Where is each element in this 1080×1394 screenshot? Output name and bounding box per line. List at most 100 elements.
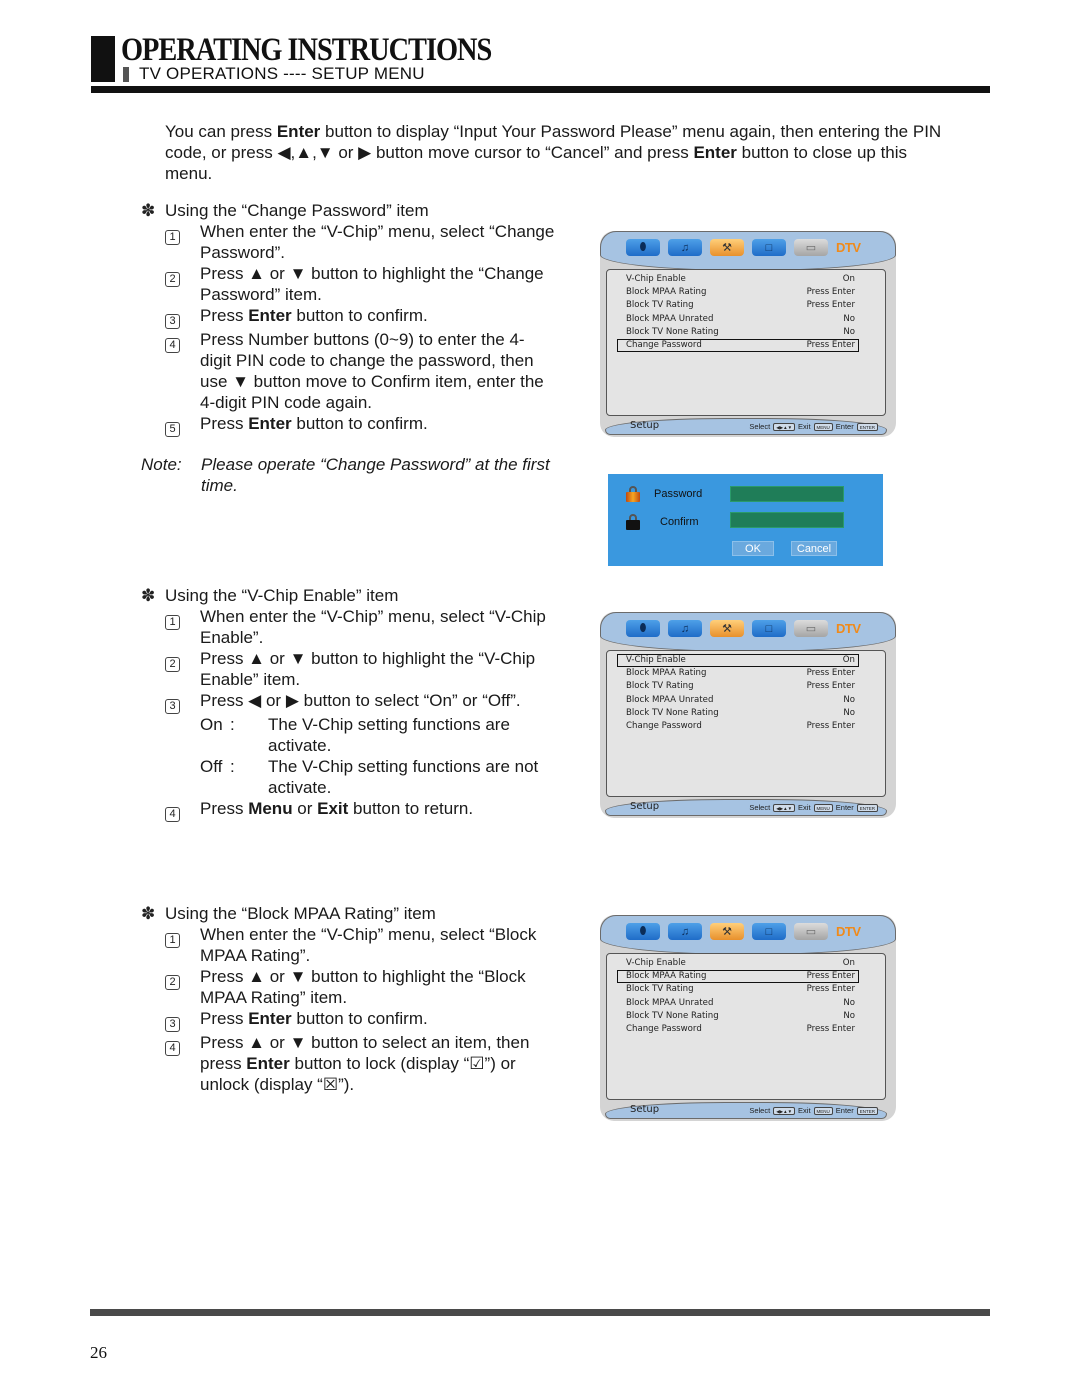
asterisk-bullet-icon: ✽ bbox=[141, 586, 156, 605]
osd-tab-icons: ⬮ ♫ ⚒ □ ▭ DTV bbox=[626, 923, 870, 941]
osd-menu-row-vchip-enable[interactable]: V-Chip Enable On bbox=[617, 654, 859, 668]
pc-icon[interactable]: ▭ bbox=[794, 239, 828, 256]
dtv-logo[interactable]: DTV bbox=[836, 923, 870, 941]
header-rule bbox=[91, 86, 990, 93]
step-item: 1 When enter the “V-Chip” menu, select “C… bbox=[165, 221, 555, 263]
page-number: 26 bbox=[90, 1343, 107, 1362]
cancel-button[interactable]: Cancel bbox=[791, 541, 837, 556]
asterisk-bullet-icon: ✽ bbox=[141, 201, 156, 220]
steps-vchip-enable: 1 When enter the “V-Chip” menu, select “V… bbox=[165, 606, 555, 822]
picture-icon[interactable]: ⬮ bbox=[626, 923, 660, 940]
subtitle-marker bbox=[123, 67, 129, 82]
step-item: 2 Press ▲ or ▼ button to highlight the “B… bbox=[165, 966, 555, 1008]
osd-menu-row-vchip-enable[interactable]: V-Chip Enable On bbox=[617, 957, 859, 970]
arrow-keys-icon: ◀▶▲▼ bbox=[773, 1106, 796, 1115]
step-item: 1 When enter the “V-Chip” menu, select “B… bbox=[165, 924, 555, 966]
lock-icon-inactive bbox=[626, 514, 640, 530]
asterisk-bullet-icon: ✽ bbox=[141, 904, 156, 923]
osd-menu-row-block-mpaa-rating[interactable]: Block MPAA Rating Press Enter bbox=[617, 286, 859, 299]
osd-footer-title: Setup bbox=[630, 1104, 660, 1115]
dtv-logo[interactable]: DTV bbox=[836, 620, 870, 638]
osd-menu-list: V-Chip Enable On Block MPAA Rating Press E… bbox=[617, 957, 859, 1036]
step-item: 5 Press Enter button to confirm. bbox=[165, 413, 555, 437]
picture-icon[interactable]: ⬮ bbox=[626, 620, 660, 637]
password-input[interactable] bbox=[730, 486, 844, 502]
lock-icon-active bbox=[626, 486, 640, 502]
osd-tab-icons: ⬮ ♫ ⚒ □ ▭ DTV bbox=[626, 620, 870, 638]
section-title-vchip-enable: ✽ Using the “V-Chip Enable” item bbox=[141, 586, 399, 605]
step-item: 3 Press ◀ or ▶ button to select “On” or “… bbox=[165, 690, 555, 714]
header-block-mark bbox=[91, 36, 115, 82]
step-item: 3 Press Enter button to confirm. bbox=[165, 1008, 555, 1032]
setup-icon[interactable]: ⚒ bbox=[710, 239, 744, 256]
vchip-osd-menu-1: ⬮ ♫ ⚒ □ ▭ DTV V-Chip Enable On Block MPAA… bbox=[600, 231, 896, 437]
osd-menu-row-block-tv-none-rating[interactable]: Block TV None Rating No bbox=[617, 707, 859, 720]
osd-footer-bar: Setup Select ◀▶▲▼ Exit MENU Enter ENTER bbox=[605, 799, 887, 816]
picture-icon[interactable]: ⬮ bbox=[626, 239, 660, 256]
osd-footer-bar: Setup Select ◀▶▲▼ Exit MENU Enter ENTER bbox=[605, 1102, 887, 1119]
steps-change-password: 1 When enter the “V-Chip” menu, select “C… bbox=[165, 221, 555, 437]
osd-menu-row-block-tv-rating[interactable]: Block TV Rating Press Enter bbox=[617, 983, 859, 996]
osd-key-hints: Select ◀▶▲▼ Exit MENU Enter ENTER bbox=[749, 803, 878, 812]
tv-icon[interactable]: □ bbox=[752, 923, 786, 940]
intro-paragraph: You can press Enter button to display “I… bbox=[165, 122, 942, 183]
setup-icon[interactable]: ⚒ bbox=[710, 620, 744, 637]
osd-footer-title: Setup bbox=[630, 801, 660, 812]
osd-menu-row-change-password[interactable]: Change Password Press Enter bbox=[617, 338, 859, 353]
note: Note: Please operate “Change Password” a… bbox=[141, 455, 550, 495]
osd-menu-list: V-Chip Enable On Block MPAA Rating Press E… bbox=[617, 273, 859, 353]
audio-icon[interactable]: ♫ bbox=[668, 923, 702, 940]
page-subtitle: TV OPERATIONS ---- SETUP MENU bbox=[139, 64, 425, 83]
step-item: 4 Press Number buttons (0~9) to enter the… bbox=[165, 329, 555, 413]
option-on: On: The V-Chip setting functions are acti… bbox=[200, 715, 510, 755]
menu-key-icon: MENU bbox=[813, 422, 833, 431]
osd-menu-row-block-mpaa-unrated[interactable]: Block MPAA Unrated No bbox=[617, 313, 859, 326]
tv-icon[interactable]: □ bbox=[752, 239, 786, 256]
section-title-block-mpaa: ✽ Using the “Block MPAA Rating” item bbox=[141, 904, 436, 923]
menu-key-icon: MENU bbox=[813, 1106, 833, 1115]
password-label: Password bbox=[654, 488, 703, 500]
vchip-osd-menu-2: ⬮ ♫ ⚒ □ ▭ DTV V-Chip Enable On Block MPAA… bbox=[600, 612, 896, 818]
confirm-input[interactable] bbox=[730, 512, 844, 528]
osd-menu-row-block-mpaa-rating[interactable]: Block MPAA Rating Press Enter bbox=[617, 970, 859, 984]
arrow-keys-icon: ◀▶▲▼ bbox=[773, 422, 796, 431]
tv-icon[interactable]: □ bbox=[752, 620, 786, 637]
menu-key-icon: MENU bbox=[813, 803, 833, 812]
osd-menu-row-vchip-enable[interactable]: V-Chip Enable On bbox=[617, 273, 859, 286]
pc-icon[interactable]: ▭ bbox=[794, 923, 828, 940]
osd-menu-row-block-mpaa-unrated[interactable]: Block MPAA Unrated No bbox=[617, 997, 859, 1010]
audio-icon[interactable]: ♫ bbox=[668, 239, 702, 256]
osd-menu-list: V-Chip Enable On Block MPAA Rating Press E… bbox=[617, 654, 859, 733]
osd-key-hints: Select ◀▶▲▼ Exit MENU Enter ENTER bbox=[749, 422, 878, 431]
steps-block-mpaa: 1 When enter the “V-Chip” menu, select “B… bbox=[165, 924, 555, 1095]
confirm-label: Confirm bbox=[660, 516, 699, 528]
osd-key-hints: Select ◀▶▲▼ Exit MENU Enter ENTER bbox=[749, 1106, 878, 1115]
setup-icon[interactable]: ⚒ bbox=[710, 923, 744, 940]
osd-footer-title: Setup bbox=[630, 420, 660, 431]
vchip-osd-menu-3: ⬮ ♫ ⚒ □ ▭ DTV V-Chip Enable On Block MPAA… bbox=[600, 915, 896, 1121]
step-item: 2 Press ▲ or ▼ button to highlight the “C… bbox=[165, 263, 555, 305]
osd-menu-row-block-tv-rating[interactable]: Block TV Rating Press Enter bbox=[617, 680, 859, 693]
osd-menu-row-block-tv-none-rating[interactable]: Block TV None Rating No bbox=[617, 1010, 859, 1023]
dtv-logo[interactable]: DTV bbox=[836, 239, 870, 257]
footer-rule bbox=[90, 1309, 990, 1316]
audio-icon[interactable]: ♫ bbox=[668, 620, 702, 637]
section-title-change-password: ✽ Using the “Change Password” item bbox=[141, 201, 429, 220]
osd-menu-row-block-tv-rating[interactable]: Block TV Rating Press Enter bbox=[617, 299, 859, 312]
osd-menu-row-block-tv-none-rating[interactable]: Block TV None Rating No bbox=[617, 326, 859, 339]
osd-menu-row-block-mpaa-rating[interactable]: Block MPAA Rating Press Enter bbox=[617, 667, 859, 680]
step-item: 4 Press ▲ or ▼ button to select an item, … bbox=[165, 1032, 555, 1095]
osd-tab-icons: ⬮ ♫ ⚒ □ ▭ DTV bbox=[626, 239, 870, 257]
step-item: 4 Press Menu or Exit button to return. bbox=[165, 798, 555, 822]
enter-key-icon: ENTER bbox=[856, 803, 878, 812]
pc-icon[interactable]: ▭ bbox=[794, 620, 828, 637]
enter-key-icon: ENTER bbox=[856, 422, 878, 431]
osd-menu-row-change-password[interactable]: Change Password Press Enter bbox=[617, 1023, 859, 1036]
ok-button[interactable]: OK bbox=[732, 541, 774, 556]
osd-footer-bar: Setup Select ◀▶▲▼ Exit MENU Enter ENTER bbox=[605, 418, 887, 435]
option-off: Off: The V-Chip setting functions are not… bbox=[200, 757, 539, 797]
osd-menu-row-block-mpaa-unrated[interactable]: Block MPAA Unrated No bbox=[617, 694, 859, 707]
step-item: 2 Press ▲ or ▼ button to highlight the “V… bbox=[165, 648, 555, 690]
osd-menu-row-change-password[interactable]: Change Password Press Enter bbox=[617, 720, 859, 733]
password-dialog: Password Confirm OK Cancel bbox=[608, 474, 883, 566]
